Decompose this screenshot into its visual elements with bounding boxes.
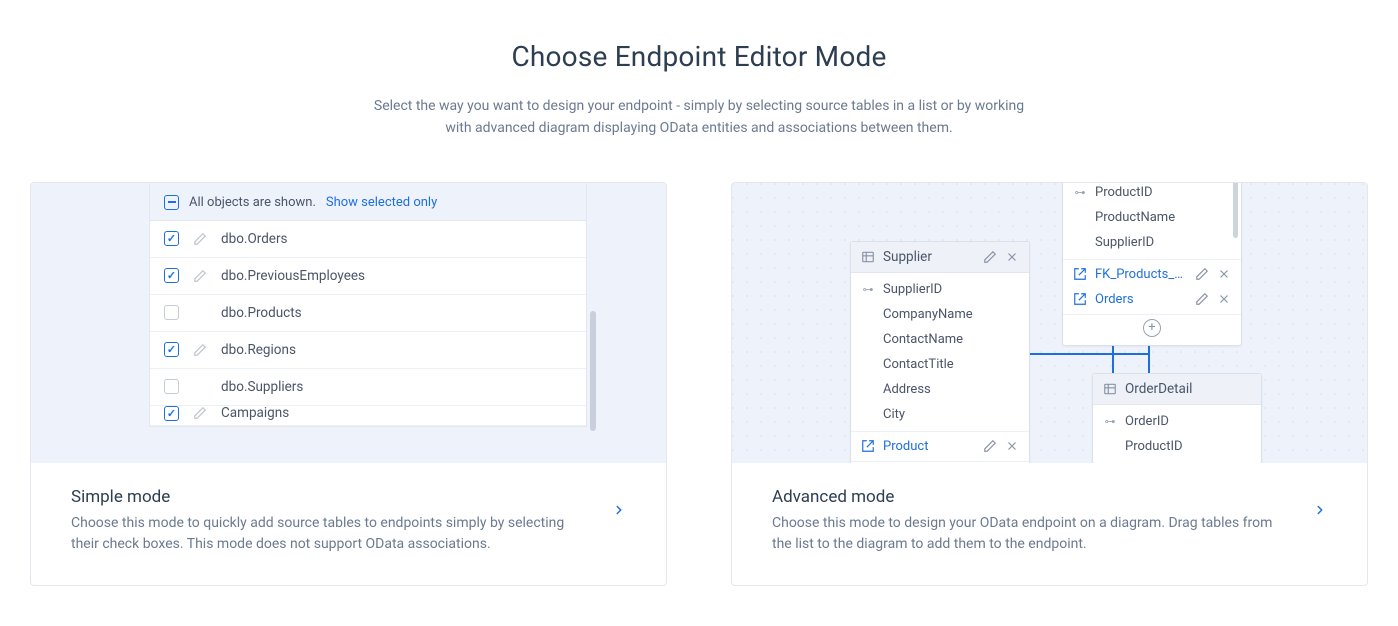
key-icon: ⊶ xyxy=(1103,415,1117,428)
chevron-right-icon[interactable] xyxy=(1313,499,1327,527)
table-row[interactable]: Campaigns xyxy=(150,406,586,426)
field-row: ProductName xyxy=(1063,205,1241,230)
page-subtitle: Select the way you want to design your e… xyxy=(369,95,1029,140)
row-checkbox[interactable] xyxy=(164,342,179,357)
close-icon[interactable] xyxy=(1217,292,1231,306)
entity-header[interactable]: OrderDetail xyxy=(1093,374,1261,405)
scrollbar[interactable] xyxy=(590,311,596,431)
association-row[interactable]: Product xyxy=(851,434,1029,459)
association-row[interactable]: Orders xyxy=(1063,287,1241,312)
edit-icon[interactable] xyxy=(1195,267,1209,281)
simple-mode-preview: All objects are shown. Show selected onl… xyxy=(31,183,666,463)
edit-icon[interactable] xyxy=(983,439,997,453)
field-row: City xyxy=(851,402,1029,427)
row-label: dbo.Regions xyxy=(221,342,572,358)
field-row: ProductID xyxy=(1093,434,1261,459)
link-icon xyxy=(1073,292,1087,306)
field-row: ContactName xyxy=(851,327,1029,352)
entity-supplier[interactable]: Supplier ⊶SupplierID CompanyName Contact… xyxy=(850,241,1030,463)
edit-icon[interactable] xyxy=(193,343,207,357)
chevron-right-icon[interactable] xyxy=(612,499,626,527)
field-row: Address xyxy=(851,377,1029,402)
scrollbar[interactable] xyxy=(1233,183,1238,238)
key-icon: ⊶ xyxy=(861,283,875,296)
field-row: ⊶SupplierID xyxy=(851,277,1029,302)
row-label: dbo.Orders xyxy=(221,231,572,247)
edit-icon[interactable] xyxy=(193,406,207,420)
connector xyxy=(1030,353,1150,355)
simple-mode-title: Simple mode xyxy=(71,487,592,507)
table-row[interactable]: dbo.PreviousEmployees xyxy=(150,258,586,295)
edit-icon[interactable] xyxy=(193,232,207,246)
edit-icon[interactable] xyxy=(1195,292,1209,306)
table-icon xyxy=(1103,382,1117,396)
close-icon[interactable] xyxy=(1005,439,1019,453)
simple-mode-desc: Choose this mode to quickly add source t… xyxy=(71,513,592,555)
entity-product[interactable]: ⊶ProductID ProductName SupplierID FK_Pro… xyxy=(1062,183,1242,346)
row-checkbox[interactable] xyxy=(164,406,179,421)
field-row: ContactTitle xyxy=(851,352,1029,377)
row-checkbox[interactable] xyxy=(164,379,179,394)
field-row: SupplierID xyxy=(1063,230,1241,255)
simple-mode-card[interactable]: All objects are shown. Show selected onl… xyxy=(30,182,667,586)
page-title: Choose Endpoint Editor Mode xyxy=(0,40,1398,73)
close-icon[interactable] xyxy=(1217,267,1231,281)
key-icon: ⊶ xyxy=(1073,186,1087,199)
entity-title: OrderDetail xyxy=(1125,381,1251,397)
advanced-mode-preview: Supplier ⊶SupplierID CompanyName Contact… xyxy=(732,183,1367,463)
close-icon[interactable] xyxy=(1005,250,1019,264)
table-row[interactable]: dbo.Suppliers xyxy=(150,369,586,406)
edit-icon[interactable] xyxy=(193,269,207,283)
table-icon xyxy=(861,250,875,264)
list-filter-header: All objects are shown. Show selected onl… xyxy=(150,183,586,221)
row-checkbox[interactable] xyxy=(164,305,179,320)
select-all-checkbox[interactable] xyxy=(164,195,179,210)
row-label: dbo.Products xyxy=(221,305,572,321)
edit-icon xyxy=(193,380,207,394)
table-row[interactable]: dbo.Regions xyxy=(150,332,586,369)
table-row[interactable]: dbo.Orders xyxy=(150,221,586,258)
field-row: CompanyName xyxy=(851,302,1029,327)
row-label: dbo.Suppliers xyxy=(221,379,572,395)
association-row[interactable]: FK_Products_Sup... xyxy=(1063,262,1241,287)
link-icon xyxy=(1073,267,1087,281)
entity-header[interactable]: Supplier xyxy=(851,242,1029,273)
table-row[interactable]: dbo.Products xyxy=(150,295,586,332)
advanced-mode-desc: Choose this mode to design your OData en… xyxy=(772,513,1293,555)
entity-orderdetail[interactable]: OrderDetail ⊶OrderID ProductID xyxy=(1092,373,1262,463)
row-label: dbo.PreviousEmployees xyxy=(221,268,572,284)
row-checkbox[interactable] xyxy=(164,231,179,246)
show-selected-only-link[interactable]: Show selected only xyxy=(326,195,437,210)
edit-icon xyxy=(193,306,207,320)
row-checkbox[interactable] xyxy=(164,268,179,283)
entity-title: Supplier xyxy=(883,249,975,265)
edit-icon[interactable] xyxy=(983,250,997,264)
advanced-mode-card[interactable]: Supplier ⊶SupplierID CompanyName Contact… xyxy=(731,182,1368,586)
field-row: ⊶OrderID xyxy=(1093,409,1261,434)
filter-status-text: All objects are shown. xyxy=(189,195,316,210)
advanced-mode-title: Advanced mode xyxy=(772,487,1293,507)
simple-table-list: All objects are shown. Show selected onl… xyxy=(149,183,587,427)
add-icon[interactable]: + xyxy=(1143,319,1161,337)
row-label: Campaigns xyxy=(221,406,572,422)
field-row: ⊶ProductID xyxy=(1063,183,1241,205)
link-icon xyxy=(861,439,875,453)
